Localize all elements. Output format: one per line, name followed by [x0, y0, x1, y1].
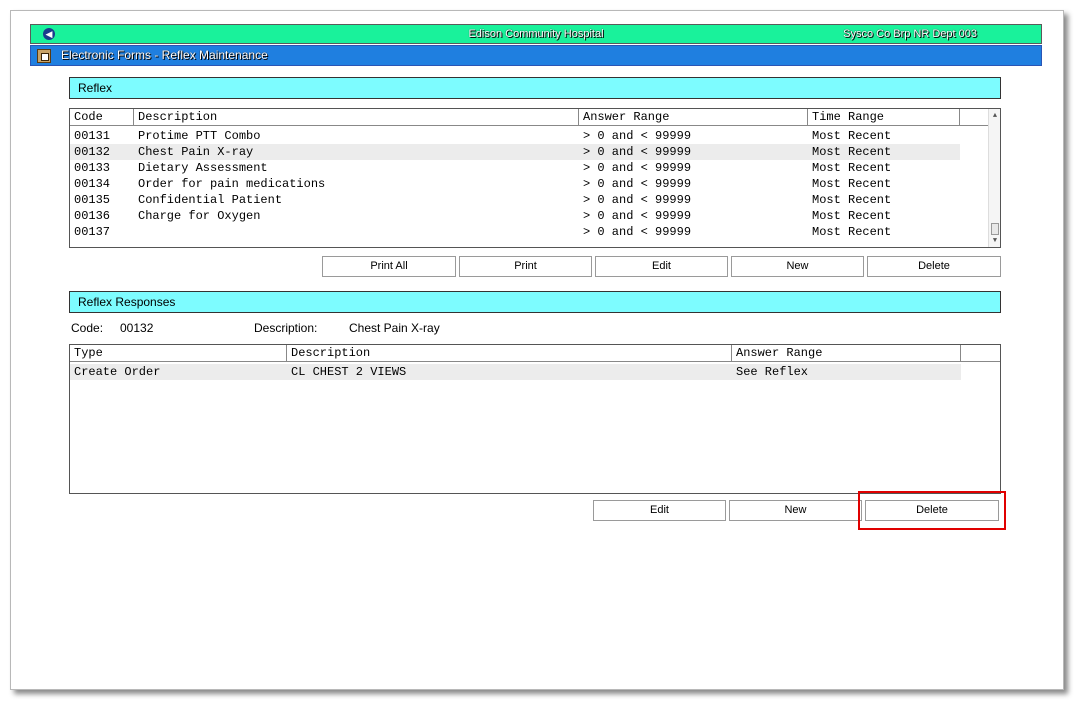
scroll-thumb[interactable]: [991, 223, 999, 235]
cell-description: Protime PTT Combo: [138, 129, 261, 143]
response-edit-button[interactable]: Edit: [593, 500, 726, 521]
table-row[interactable]: 00136 Charge for Oxygen > 0 and < 99999 Mos…: [70, 208, 960, 224]
cell-description: CL CHEST 2 VIEWS: [291, 365, 407, 379]
cell-code: 00136: [74, 209, 111, 223]
responses-grid[interactable]: Type Description Answer Range Create Ord…: [69, 344, 1001, 494]
cell-answer-range: > 0 and < 99999: [583, 225, 692, 239]
print-all-button[interactable]: Print All: [322, 256, 456, 277]
cell-answer-range: > 0 and < 99999: [583, 129, 692, 143]
table-row[interactable]: Create Order CL CHEST 2 VIEWS See Reflex: [70, 364, 961, 380]
column-header-response-description[interactable]: Description: [287, 345, 732, 362]
cell-code: 00137: [74, 225, 111, 239]
cell-time-range: Most Recent: [812, 177, 892, 191]
cell-answer-range: > 0 and < 99999: [583, 161, 692, 175]
column-header-description[interactable]: Description: [134, 109, 579, 126]
code-value: 00132: [120, 321, 154, 335]
cell-description: Charge for Oxygen: [138, 209, 261, 223]
form-document-icon: [37, 49, 51, 63]
column-header-code[interactable]: Code: [70, 109, 134, 126]
scroll-down-icon[interactable]: ▼: [989, 235, 1000, 247]
table-row[interactable]: 00133 Dietary Assessment > 0 and < 99999 Mo…: [70, 160, 960, 176]
cell-description: Order for pain medications: [138, 177, 326, 191]
reflex-new-button[interactable]: New: [731, 256, 864, 277]
form-title: Electronic Forms - Reflex Maintenance: [61, 48, 268, 62]
cell-answer-range: > 0 and < 99999: [583, 209, 692, 223]
reflex-delete-button[interactable]: Delete: [867, 256, 1001, 277]
table-row[interactable]: 00131 Protime PTT Combo > 0 and < 99999 Mos…: [70, 128, 960, 144]
cell-description: Dietary Assessment: [138, 161, 268, 175]
cell-description: Chest Pain X-ray: [138, 145, 254, 159]
cell-time-range: Most Recent: [812, 225, 892, 239]
cell-time-range: Most Recent: [812, 161, 892, 175]
cell-description: Confidential Patient: [138, 193, 283, 207]
table-row[interactable]: 00132 Chest Pain X-ray > 0 and < 99999 Most…: [70, 144, 960, 160]
table-row[interactable]: 00135 Confidential Patient > 0 and < 99999…: [70, 192, 960, 208]
cell-time-range: Most Recent: [812, 145, 892, 159]
responses-grid-header: Type Description Answer Range: [70, 345, 1000, 362]
reflex-grid[interactable]: Code Description Answer Range Time Range…: [69, 108, 1001, 248]
user-info: Sysco Co Brp NR Dept 003: [843, 28, 977, 40]
cell-code: 00135: [74, 193, 111, 207]
cell-time-range: Most Recent: [812, 129, 892, 143]
scroll-up-icon[interactable]: ▲: [989, 110, 1000, 122]
reflex-edit-button[interactable]: Edit: [595, 256, 728, 277]
cell-code: 00131: [74, 129, 111, 143]
response-new-button[interactable]: New: [729, 500, 862, 521]
reflex-grid-header: Code Description Answer Range Time Range: [70, 109, 989, 126]
description-value: Chest Pain X-ray: [349, 321, 440, 335]
cell-answer-range: > 0 and < 99999: [583, 145, 692, 159]
app-title-bar: ◀ Edison Community Hospital Sysco Co Brp…: [30, 24, 1042, 44]
cell-code: 00132: [74, 145, 111, 159]
column-header-type[interactable]: Type: [70, 345, 287, 362]
column-header-answer-range[interactable]: Answer Range: [579, 109, 808, 126]
reflex-section-header: Reflex: [69, 77, 1001, 99]
cell-time-range: Most Recent: [812, 209, 892, 223]
table-row[interactable]: 00134 Order for pain medications > 0 and <…: [70, 176, 960, 192]
cell-code: 00134: [74, 177, 111, 191]
table-row[interactable]: 00137 > 0 and < 99999 Most Recent: [70, 224, 960, 240]
cell-type: Create Order: [74, 365, 161, 379]
column-header-response-answer-range[interactable]: Answer Range: [732, 345, 961, 362]
cell-answer-range: > 0 and < 99999: [583, 193, 692, 207]
reflex-responses-section-header: Reflex Responses: [69, 291, 1001, 313]
cell-time-range: Most Recent: [812, 193, 892, 207]
cell-answer-range: > 0 and < 99999: [583, 177, 692, 191]
column-header-time-range[interactable]: Time Range: [808, 109, 960, 126]
cell-code: 00133: [74, 161, 111, 175]
reflex-grid-scrollbar[interactable]: ▲ ▼: [988, 109, 1000, 247]
code-label: Code:: [71, 321, 104, 335]
description-label: Description:: [254, 321, 318, 335]
form-title-bar: Electronic Forms - Reflex Maintenance: [30, 45, 1042, 66]
cell-answer-range: See Reflex: [736, 365, 809, 379]
print-button[interactable]: Print: [459, 256, 592, 277]
delete-highlight-box: [858, 491, 1006, 530]
